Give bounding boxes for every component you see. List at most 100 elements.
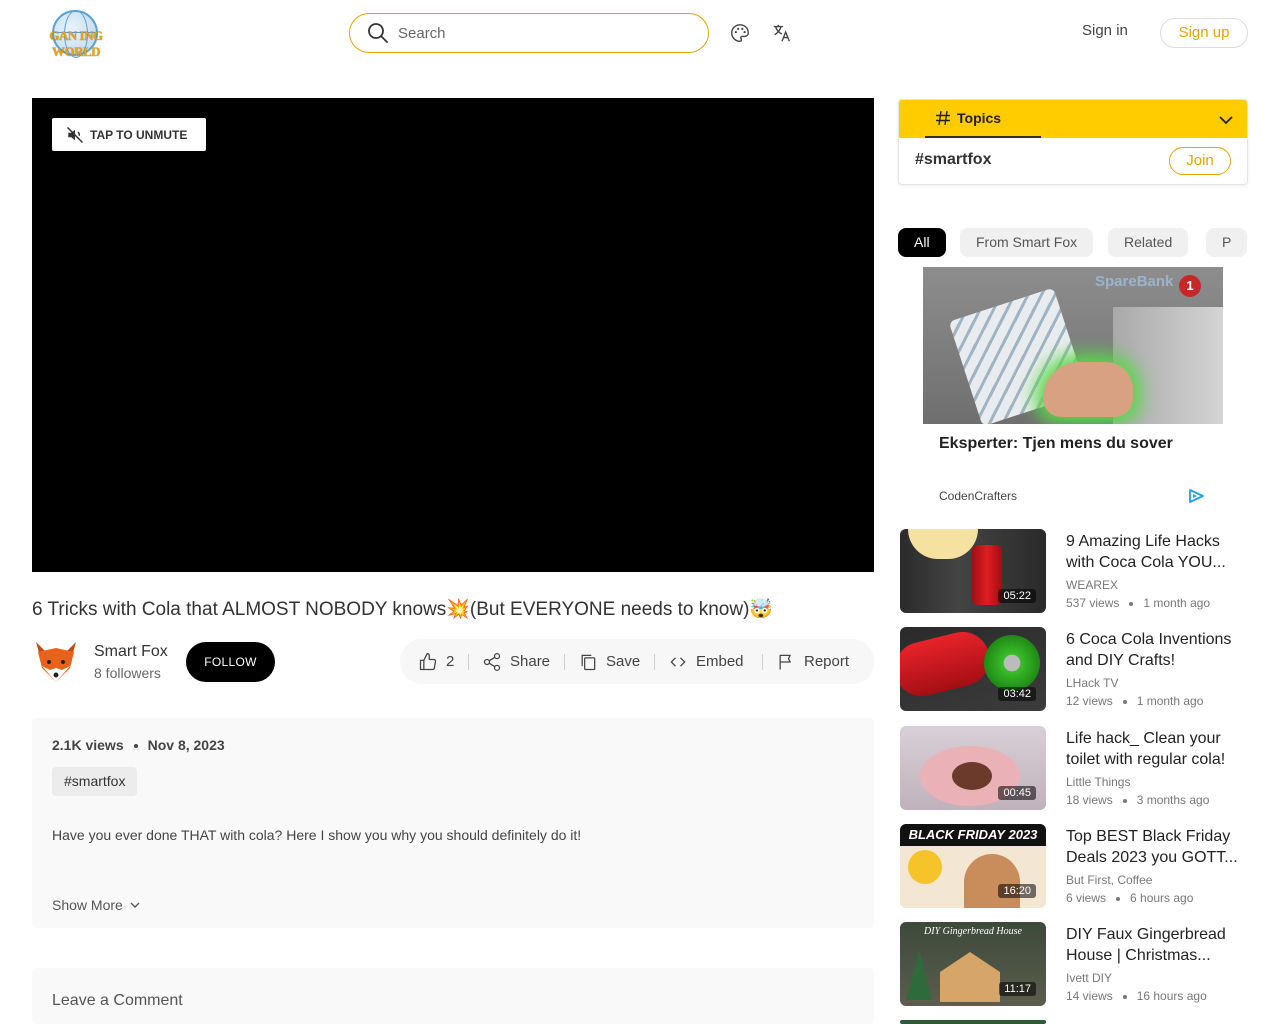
popcorn [908,529,978,559]
related-channel[interactable]: WEAREX [1066,578,1118,592]
tap-to-unmute-button[interactable]: TAP TO UNMUTE [52,118,206,151]
related-views: 537 views [1066,596,1120,610]
related-stats: 14 views 16 hours ago [1066,989,1207,1003]
related-channel[interactable]: LHack TV [1066,676,1118,690]
channel-followers: 8 followers [94,665,161,681]
related-title[interactable]: DIY Faux Gingerbread House | Christmas..… [1066,924,1244,966]
duration-badge: 00:45 [998,786,1036,800]
divider [468,654,469,670]
thumbs-up-icon [419,652,437,670]
embed-button[interactable]: Embed [668,639,744,684]
related-channel[interactable]: Ivett DIY [1066,971,1112,985]
report-button[interactable]: Report [776,639,849,684]
filter-chip-all[interactable]: All [898,228,946,257]
show-more-button[interactable]: Show More [52,897,141,913]
related-channel[interactable]: But First, Coffee [1066,873,1152,887]
channel-avatar[interactable] [32,638,80,686]
cola-liquid [952,762,992,790]
hashtag-chip[interactable]: #smartfox [52,767,138,796]
topics-header: Topics [899,100,1247,138]
save-button[interactable]: Save [578,639,640,684]
comment-box[interactable]: Leave a Comment [32,968,874,1024]
video-thumbnail[interactable]: DIY Gingerbread House 11:17 [900,922,1046,1006]
duration-badge: 16:20 [998,884,1036,898]
related-video[interactable]: 03:42 6 Coca Cola Inventions and DIY Cra… [900,627,1248,713]
hashtag-icon [936,110,950,126]
related-stats: 18 views 3 months ago [1066,793,1209,807]
embed-label: Embed [696,653,744,670]
related-video[interactable]: BLACK FRIDAY 2023 16:20 Top BEST Black F… [900,824,1248,910]
video-thumbnail[interactable]: BLACK FRIDAY 2023 16:20 [900,824,1046,908]
presenter [964,854,1020,908]
tree [906,950,932,1000]
filter-chip-from-smart-fox[interactable]: From Smart Fox [960,228,1094,257]
video-thumbnail[interactable] [900,1020,1046,1024]
divider [762,654,763,670]
filter-chips: All From Smart Fox Related P [898,228,1248,258]
palette-icon[interactable] [729,22,751,44]
tab-topics[interactable]: Topics [925,100,1041,138]
site-logo[interactable]: GAN ING WORLD [32,10,120,59]
related-video[interactable]: 00:45 Life hack_ Clean your toilet with … [900,726,1248,812]
share-button[interactable]: Share [482,639,550,684]
related-title[interactable]: Top BEST Black Friday Deals 2023 you GOT… [1066,826,1244,868]
unmute-label: TAP TO UNMUTE [90,127,188,142]
ad-title[interactable]: Eksperter: Tjen mens du sover [939,435,1173,453]
video-title: 6 Tricks with Cola that ALMOST NOBODY kn… [32,599,774,620]
sign-up-button[interactable]: Sign up [1160,18,1248,48]
thumb-caption: DIY Gingerbread House [924,926,1022,937]
copy-icon [581,654,596,670]
related-views: 6 views [1066,891,1107,905]
video-player[interactable]: TAP TO UNMUTE [32,98,874,572]
search-input[interactable] [398,24,678,42]
ad-image[interactable]: SpareBank 1 [923,267,1223,424]
related-title[interactable]: Life hack_ Clean your toilet with regula… [1066,728,1244,770]
channel-name[interactable]: Smart Fox [94,643,168,661]
gingerbread-house [940,952,1000,1002]
video-thumbnail[interactable]: 00:45 [900,726,1046,810]
topics-tab-label: Topics [957,110,1002,126]
cola-can [900,627,996,702]
search-icon [368,23,388,43]
chevron-down-icon [130,902,140,908]
sign-in-link[interactable]: Sign in [1082,22,1128,39]
report-label: Report [804,653,850,670]
related-video[interactable]: 05:22 9 Amazing Life Hacks with Coca Col… [900,529,1248,615]
video-thumbnail[interactable]: 03:42 [900,627,1046,711]
ad-source[interactable]: CodenCrafters [939,489,1017,503]
upload-date: Nov 8, 2023 [147,737,225,753]
related-channel[interactable]: Little Things [1066,775,1130,789]
description-text: Have you ever done THAT with cola? Here … [52,827,582,843]
view-count: 2.1K views [52,737,124,753]
translate-icon[interactable] [771,22,793,44]
video-meta: 2.1K views Nov 8, 2023 [52,737,225,753]
filter-chip-related[interactable]: Related [1108,228,1189,257]
filter-chip-more[interactable]: P [1206,228,1248,257]
related-age: 6 hours ago [1130,891,1194,905]
related-views: 12 views [1066,694,1113,708]
chevron-down-icon[interactable] [1217,111,1235,129]
related-title[interactable]: 6 Coca Cola Inventions and DIY Crafts! [1066,629,1244,671]
related-title[interactable]: 9 Amazing Life Hacks with Coca Cola YOU.… [1066,531,1244,573]
related-age: 3 months ago [1136,793,1210,807]
like-button[interactable]: 2 [418,639,454,684]
video-thumbnail[interactable]: 05:22 [900,529,1046,613]
topic-name[interactable]: #smartfox [915,151,991,169]
divider [654,654,655,670]
search-box[interactable] [349,13,709,53]
ad-bank-logo: SpareBank [1095,273,1174,290]
related-stats: 6 views 6 hours ago [1066,891,1193,905]
related-age: 16 hours ago [1136,989,1207,1003]
like-count: 2 [446,653,455,670]
emoji [908,850,942,884]
muted-speaker-icon [66,126,84,143]
video-description: 2.1K views Nov 8, 2023 #smartfox Have you… [32,718,874,928]
divider [564,654,565,670]
related-video[interactable]: DIY Gingerbread House 11:17 DIY Faux Gin… [900,922,1248,1008]
follow-button[interactable]: FOLLOW [186,642,275,682]
join-button[interactable]: Join [1169,147,1231,175]
related-video-partial[interactable] [900,1020,1248,1024]
logo-text: GAN ING WORLD [49,28,103,59]
related-stats: 12 views 1 month ago [1066,694,1203,708]
ad-choices-icon[interactable] [1188,489,1204,503]
